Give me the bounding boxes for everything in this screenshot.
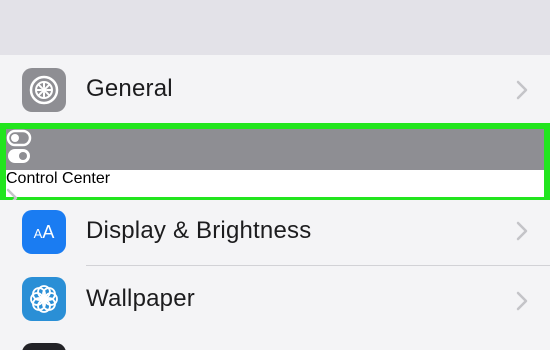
section-gap: [0, 0, 550, 55]
settings-row-display-brightness[interactable]: AA Display & Brightness: [0, 200, 550, 270]
flower-icon: [22, 277, 66, 321]
chevron-right-icon: [512, 75, 532, 105]
chevron-right-icon: [512, 286, 532, 316]
settings-row-general[interactable]: General: [0, 55, 550, 125]
settings-row-control-center[interactable]: Control Center: [0, 123, 550, 208]
settings-row-label: General: [86, 75, 173, 102]
text-size-icon: AA: [22, 210, 66, 254]
chevron-right-icon: [512, 216, 532, 246]
toggle-switches-icon: [6, 129, 544, 170]
settings-screen: General Control Center AA Display & Brig…: [0, 0, 550, 350]
settings-row-label: Wallpaper: [86, 285, 195, 312]
settings-row-label: Display & Brightness: [86, 217, 312, 244]
settings-row-label: Control Center: [6, 170, 111, 187]
next-row-icon: [22, 343, 66, 350]
settings-row-wallpaper[interactable]: Wallpaper: [0, 266, 550, 336]
gear-icon: [22, 68, 66, 112]
